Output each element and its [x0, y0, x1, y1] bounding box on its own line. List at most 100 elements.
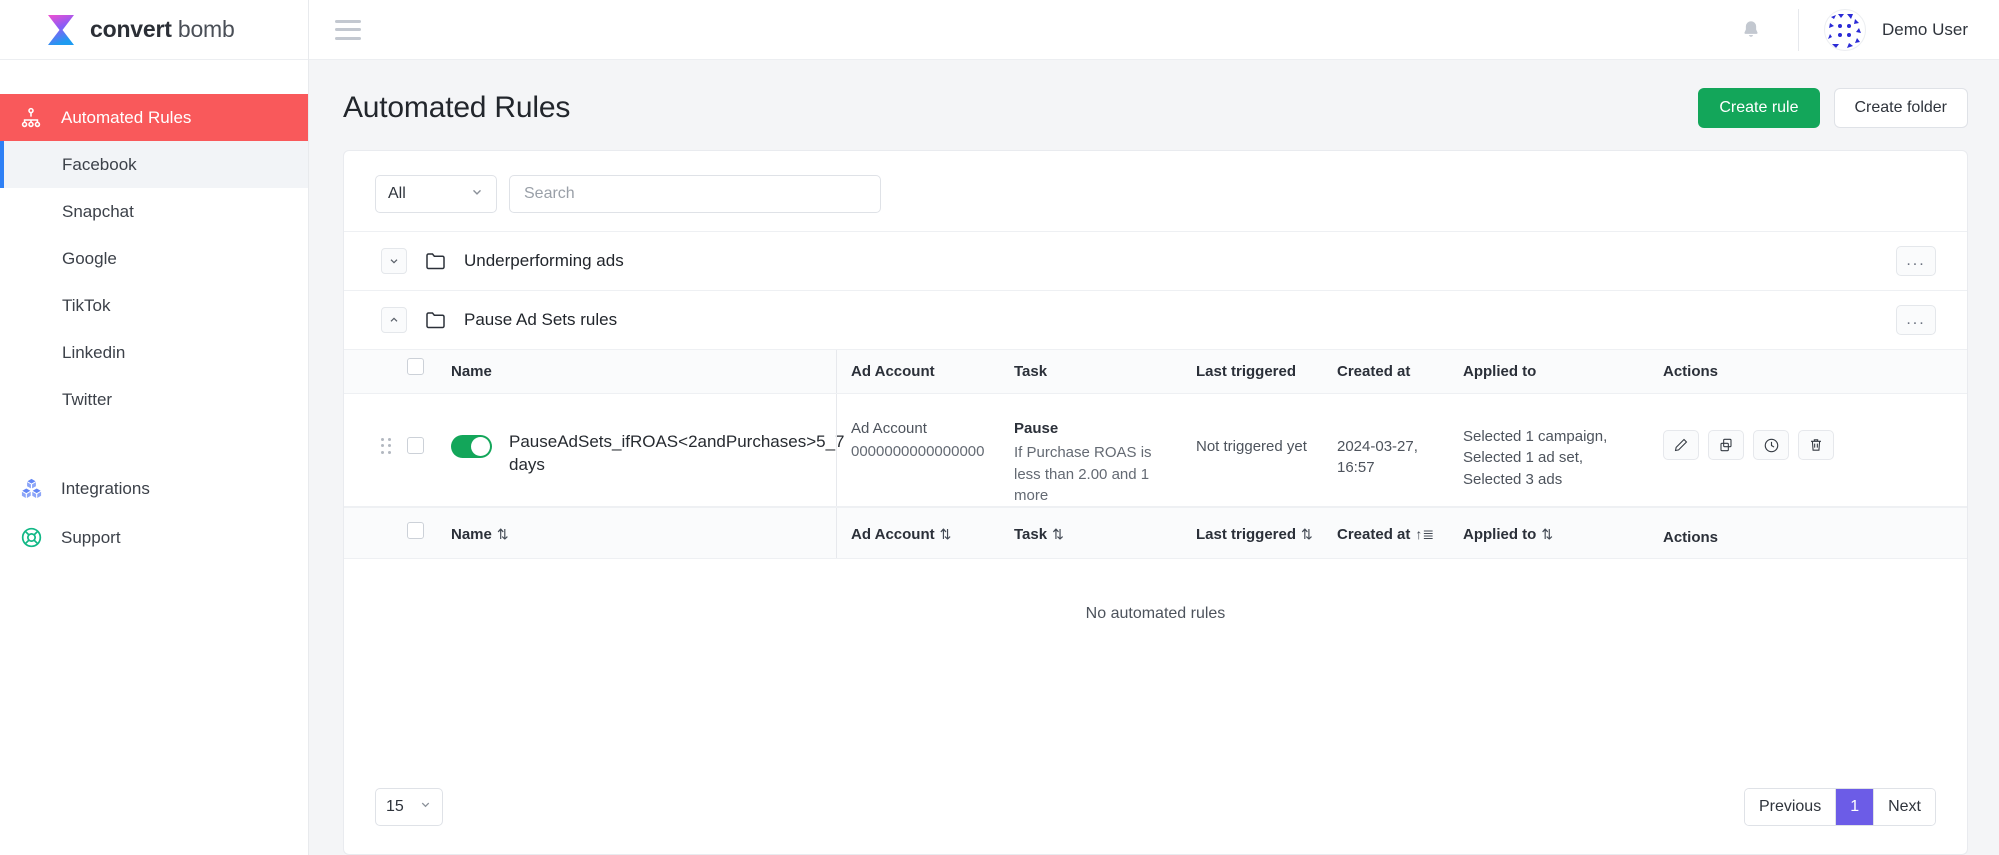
folder-expand-toggle[interactable] — [381, 248, 407, 274]
folder-menu-button[interactable]: ... — [1896, 246, 1936, 276]
column-header-applied-to[interactable]: Applied to — [1463, 350, 1663, 380]
bell-icon[interactable] — [1738, 17, 1764, 43]
chevron-down-icon — [470, 185, 484, 204]
sidebar-item-label: Twitter — [62, 389, 113, 409]
sidebar-item-label: TikTok — [62, 295, 111, 315]
pagination: Previous 1 Next — [1743, 788, 1936, 826]
sidebar-item-label: Automated Rules — [61, 107, 192, 127]
drag-handle-icon[interactable] — [381, 438, 395, 454]
select-all-checkbox[interactable] — [407, 522, 424, 540]
sidebar-item-automated-rules[interactable]: Automated Rules — [0, 94, 308, 141]
sort-header-last-triggered[interactable]: Last triggered ⇅ — [1196, 508, 1337, 543]
folder-row[interactable]: Pause Ad Sets rules ... — [344, 290, 1967, 349]
type-filter-value: All — [388, 185, 406, 202]
folder-collapse-toggle[interactable] — [381, 307, 407, 333]
select-all-checkbox-cell — [407, 350, 451, 375]
sort-header-label: Ad Account — [851, 526, 935, 544]
sort-header-name[interactable]: Name ⇅ — [451, 508, 836, 543]
sort-icon: ⇅ — [939, 526, 952, 543]
column-header-last-triggered[interactable]: Last triggered — [1196, 350, 1337, 380]
column-header-task[interactable]: Task — [1014, 350, 1196, 380]
topbar: Demo User — [309, 0, 1999, 60]
column-header-ad-account[interactable]: Ad Account — [851, 350, 1014, 380]
search-input[interactable] — [509, 175, 881, 213]
drag-handle-cell — [381, 394, 407, 454]
edit-icon[interactable] — [1663, 430, 1699, 460]
sidebar-item-integrations[interactable]: Integrations — [0, 464, 308, 513]
chevron-down-icon — [419, 798, 432, 816]
ad-account-cell: Ad Account 0000000000000000 — [851, 394, 1014, 463]
column-header-name[interactable]: Name — [451, 350, 836, 380]
avatar[interactable] — [1824, 8, 1867, 51]
row-checkbox[interactable] — [407, 437, 424, 454]
task-description: If Purchase ROAS is less than 2.00 and 1… — [1014, 444, 1152, 504]
sort-header-label: Last triggered — [1196, 526, 1297, 544]
boxes-icon — [18, 476, 44, 502]
create-folder-button[interactable]: Create folder — [1833, 88, 1968, 128]
sidebar-item-label: Linkedin — [62, 342, 126, 362]
sidebar-item-support[interactable]: Support — [0, 513, 308, 562]
column-divider — [836, 350, 837, 393]
row-actions — [1663, 394, 1967, 460]
sort-header-ad-account[interactable]: Ad Account ⇅ — [851, 508, 1014, 543]
folder-icon — [424, 308, 448, 332]
sidebar-item-label: Facebook — [62, 154, 137, 174]
sort-header-label: Applied to — [1463, 526, 1537, 544]
history-icon[interactable] — [1753, 430, 1789, 460]
rule-enabled-toggle[interactable] — [451, 435, 492, 458]
sidebar-item-google[interactable]: Google — [0, 235, 308, 282]
pagination-next[interactable]: Next — [1874, 789, 1935, 825]
filter-row: All — [344, 151, 1967, 231]
sidebar: convert bomb Automated Rules Facebook Sn… — [0, 0, 309, 855]
sort-icon: ⇅ — [496, 526, 509, 543]
applied-to-cell: Selected 1 campaign, Selected 1 ad set, … — [1463, 394, 1663, 490]
created-at-cell: 2024-03-27, 16:57 — [1337, 394, 1463, 479]
sidebar-item-tiktok[interactable]: TikTok — [0, 282, 308, 329]
select-all-checkbox[interactable] — [407, 358, 424, 375]
pagination-page-1[interactable]: 1 — [1836, 789, 1875, 825]
task-title: Pause — [1014, 420, 1059, 437]
topbar-right: Demo User — [1738, 8, 1968, 51]
hamburger-icon[interactable] — [335, 19, 361, 40]
sidebar-nav-top: Automated Rules Facebook Snapchat Google… — [0, 60, 308, 423]
folder-icon — [424, 249, 448, 273]
folder-row[interactable]: Underperforming ads ... — [344, 231, 1967, 290]
column-header-actions: Actions — [1663, 363, 1719, 380]
folder-menu-button[interactable]: ... — [1896, 305, 1936, 335]
sort-header-created-at[interactable]: Created at ↑≣ — [1337, 508, 1463, 543]
brand[interactable]: convert bomb — [0, 0, 308, 60]
sidebar-item-label: Snapchat — [62, 201, 134, 221]
sidebar-item-snapchat[interactable]: Snapchat — [0, 188, 308, 235]
sidebar-nav-bottom: Integrations Support — [0, 464, 308, 562]
page-title: Automated Rules — [343, 91, 571, 124]
column-header-created-at[interactable]: Created at — [1337, 350, 1463, 380]
sort-header-label: Name — [451, 526, 492, 544]
folder-name: Underperforming ads — [464, 251, 624, 270]
duplicate-icon[interactable] — [1708, 430, 1744, 460]
sidebar-item-label: Integrations — [61, 478, 150, 498]
rule-name: PauseAdSets_ifROAS<2andPurchases>5_7 day… — [509, 432, 845, 474]
table-header-sortable: Name ⇅ Ad Account ⇅ Task ⇅ Last triggered ⇅ … — [344, 507, 1967, 560]
column-header-actions: Actions — [1663, 529, 1719, 547]
delete-icon[interactable] — [1798, 430, 1834, 460]
lifebuoy-icon — [18, 525, 44, 551]
sort-icon: ⇅ — [1301, 526, 1313, 543]
pagination-previous[interactable]: Previous — [1744, 789, 1837, 825]
sort-header-task[interactable]: Task ⇅ — [1014, 508, 1196, 543]
sidebar-item-facebook[interactable]: Facebook — [0, 141, 308, 188]
sort-icon-active: ↑≣ — [1415, 526, 1435, 543]
select-all-checkbox-cell — [407, 508, 451, 540]
last-triggered-value: Not triggered yet — [1196, 438, 1307, 455]
table-header: Name Ad Account Task Last triggered Crea… — [344, 349, 1967, 394]
create-rule-button[interactable]: Create rule — [1698, 88, 1820, 128]
sort-header-applied-to[interactable]: Applied to ⇅ — [1463, 508, 1663, 543]
per-page-select[interactable]: 15 — [375, 788, 443, 826]
sidebar-item-linkedin[interactable]: Linkedin — [0, 329, 308, 376]
folder-name: Pause Ad Sets rules — [464, 310, 618, 329]
sidebar-item-twitter[interactable]: Twitter — [0, 376, 308, 423]
divider — [1798, 8, 1800, 51]
brand-name: convert bomb — [90, 16, 235, 42]
row-actions-cell — [1663, 394, 1967, 460]
main-content: Demo User Automated Rules Create rule Cr… — [309, 0, 1999, 855]
type-filter-select[interactable]: All — [375, 175, 497, 213]
